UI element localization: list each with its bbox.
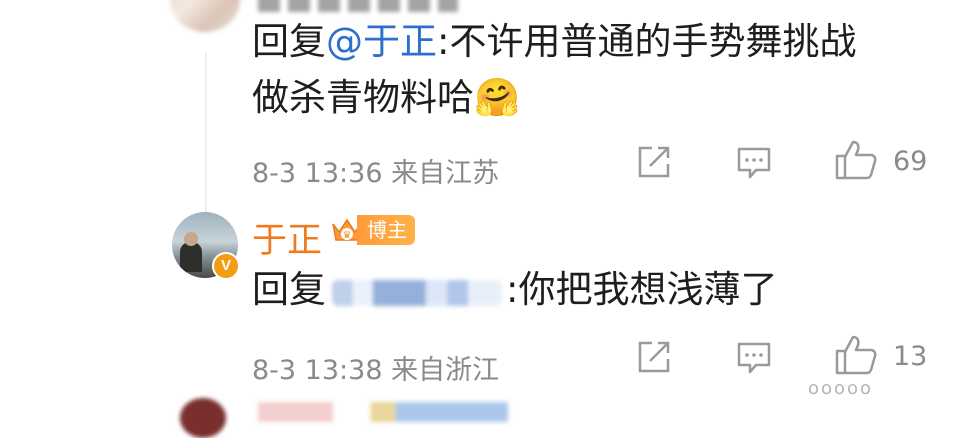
mention-link[interactable]: @于正 — [326, 20, 437, 63]
verified-badge: V — [212, 252, 240, 280]
top-commenter-name[interactable] — [258, 0, 458, 12]
comment-icon[interactable] — [736, 341, 772, 375]
comment-1-line-1: 回复@于正:不许用普通的手势舞挑战 — [252, 17, 856, 67]
author-name[interactable]: 于正 — [252, 212, 322, 263]
thread-line — [205, 52, 207, 232]
comment-2-text: :你把我想浅薄了 — [506, 268, 778, 311]
thumbs-up-icon[interactable] — [834, 333, 878, 377]
host-badge: 博主 — [357, 215, 415, 245]
reply-prefix: 回复 — [252, 268, 326, 311]
comment-2-meta: 8-3 13:38 来自浙江 — [252, 355, 500, 386]
next-commenter-avatar[interactable] — [180, 398, 226, 438]
top-commenter-avatar[interactable] — [170, 0, 240, 32]
comment-1-line-2: 做杀青物料哈🤗 — [252, 73, 520, 123]
thumbs-up-icon[interactable] — [834, 138, 878, 182]
share-icon[interactable] — [636, 144, 672, 180]
like-count: 13 — [893, 341, 928, 372]
comment-2-line: 回复 :你把我想浅薄了 — [252, 265, 777, 315]
comment-1-text-line-2: 做杀青物料哈 — [252, 76, 474, 119]
comment-icon[interactable] — [736, 146, 772, 180]
like-count: 69 — [893, 146, 928, 177]
share-icon[interactable] — [636, 339, 672, 375]
svg-text:♛: ♛ — [343, 230, 352, 241]
next-commenter-name[interactable] — [258, 402, 508, 422]
watermark: ooooo — [808, 378, 874, 399]
hug-emoji: 🤗 — [474, 76, 521, 119]
comment-1-text: :不许用普通的手势舞挑战 — [437, 20, 857, 63]
reply-prefix: 回复 — [252, 20, 326, 63]
comment-1-meta: 8-3 13:36 来自江苏 — [252, 158, 500, 189]
blurred-username[interactable] — [326, 272, 506, 312]
